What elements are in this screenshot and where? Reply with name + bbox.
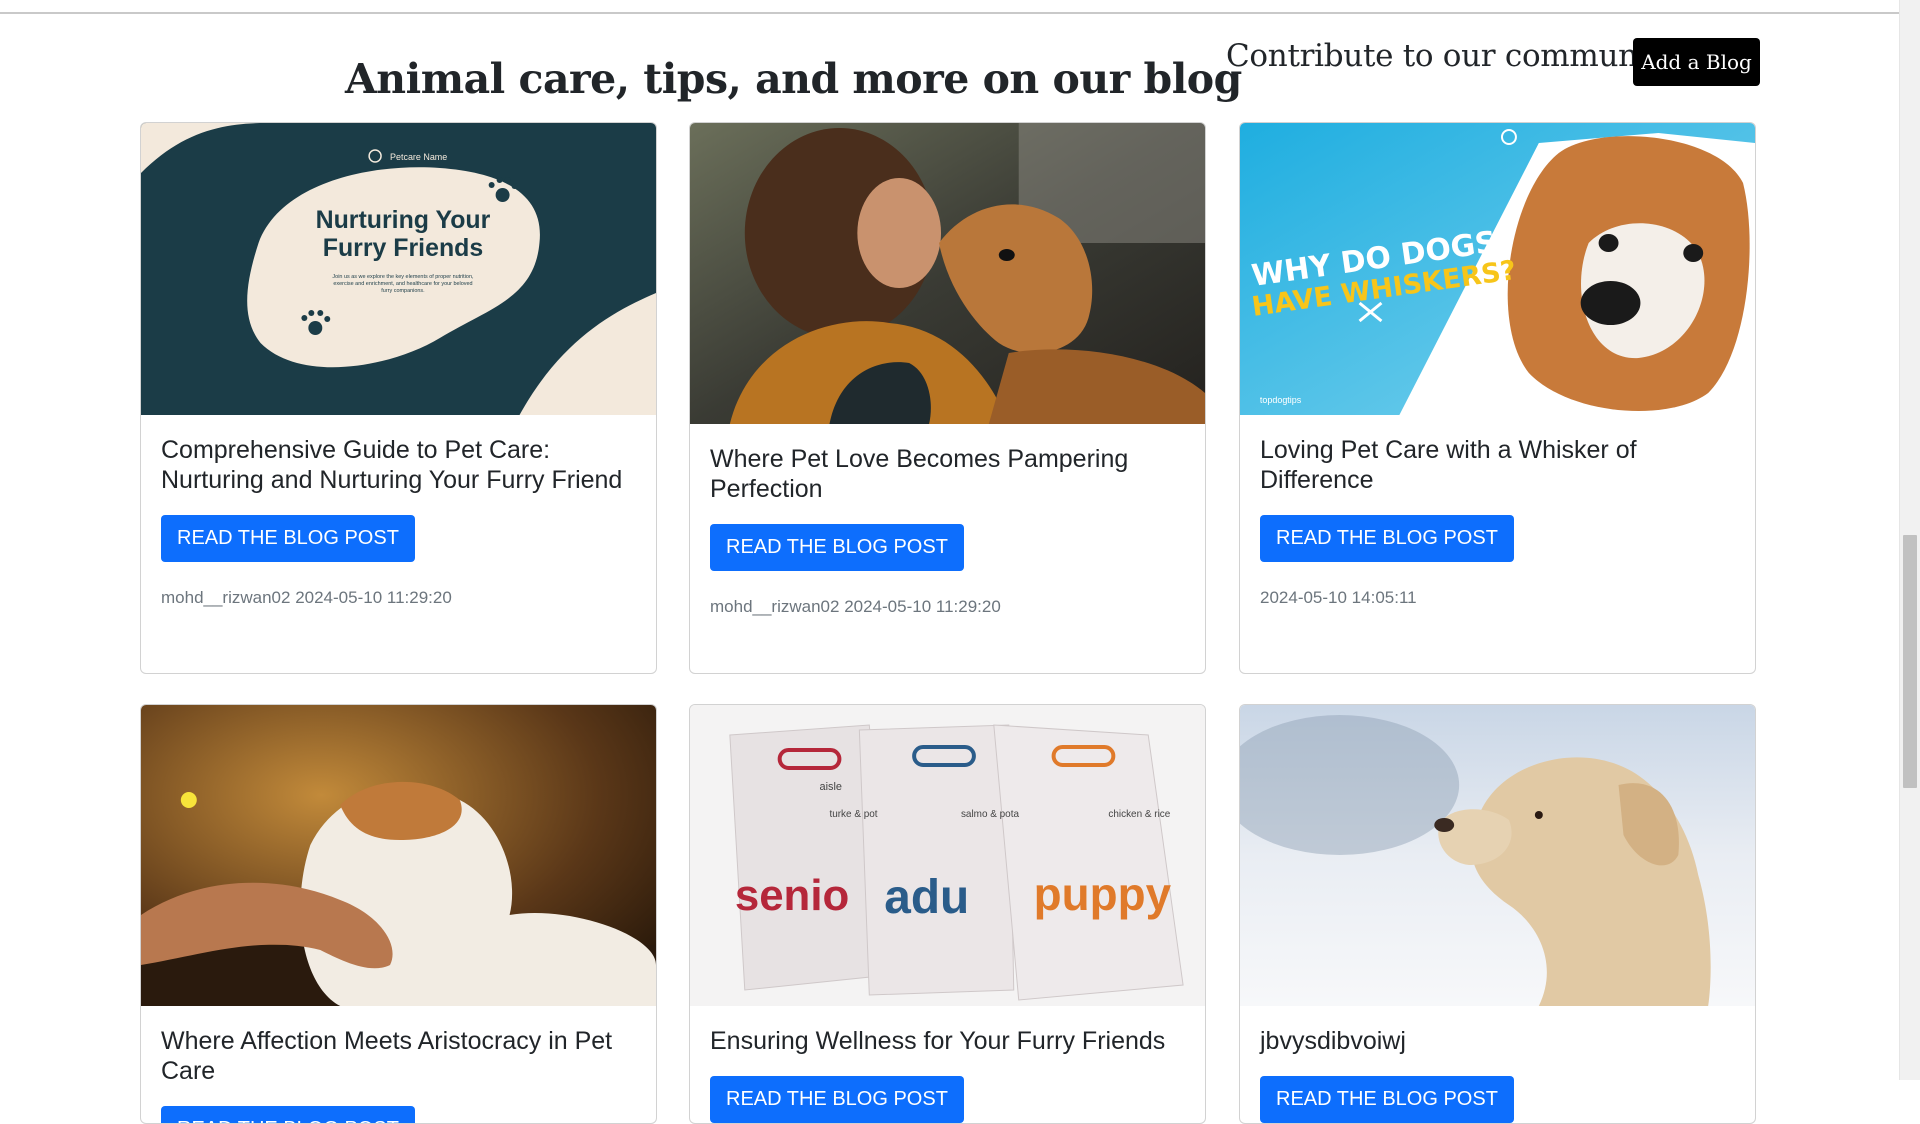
blog-card-title[interactable]: Comprehensive Guide to Pet Care: Nurturi… <box>161 435 636 495</box>
blog-card: jbvysdibvoiwj READ THE BLOG POST <box>1239 704 1756 1124</box>
blog-card-title[interactable]: Loving Pet Care with a Whisker of Differ… <box>1260 435 1735 495</box>
blog-card-title[interactable]: Ensuring Wellness for Your Furry Friends <box>710 1026 1185 1056</box>
page-scrollbar[interactable] <box>1899 0 1920 1080</box>
page-title: Animal care, tips, and more on our blog <box>345 55 1242 104</box>
blog-card: Where Affection Meets Aristocracy in Pet… <box>140 704 657 1124</box>
blog-card: WHY DO DOGS HAVE WHISKERS? topdogtips Lo… <box>1239 122 1756 674</box>
read-blog-post-button[interactable]: READ THE BLOG POST <box>710 524 964 571</box>
read-blog-post-button[interactable]: READ THE BLOG POST <box>161 515 415 562</box>
blog-card-image: aisle turke & pot salmo & pota chicken &… <box>690 705 1205 1006</box>
blog-card-meta: 2024-05-10 14:05:11 <box>1260 588 1417 607</box>
blog-card-meta: mohd__rizwan02 2024-05-10 11:29:20 <box>710 597 1001 616</box>
top-divider <box>0 12 1900 14</box>
read-blog-post-button[interactable]: READ THE BLOG POST <box>161 1106 415 1123</box>
blog-card-image: Petcare Name Nurturing Your Furry Friend… <box>141 123 656 415</box>
bag-3-label: puppy <box>1034 868 1172 920</box>
bag-2-flavor: salmo & pota <box>961 809 1020 820</box>
blog-card-title[interactable]: Where Affection Meets Aristocracy in Pet… <box>161 1026 636 1086</box>
read-blog-post-button[interactable]: READ THE BLOG POST <box>1260 515 1514 562</box>
scrollbar-thumb[interactable] <box>1903 535 1917 788</box>
bag-brand: aisle <box>819 781 842 793</box>
blog-card: Where Pet Love Becomes Pampering Perfect… <box>689 122 1206 674</box>
read-blog-post-button[interactable]: READ THE BLOG POST <box>1260 1076 1514 1123</box>
image-body-3: furry companions. <box>381 288 425 294</box>
contribute-text: Contribute to our community <box>1226 38 1677 74</box>
blog-card-meta: mohd__rizwan02 2024-05-10 11:29:20 <box>161 588 452 607</box>
blog-card: Petcare Name Nurturing Your Furry Friend… <box>140 122 657 674</box>
blog-card-image <box>141 705 656 1006</box>
blog-card-title[interactable]: Where Pet Love Becomes Pampering Perfect… <box>710 444 1185 504</box>
blog-card: aisle turke & pot salmo & pota chicken &… <box>689 704 1206 1124</box>
blog-card-image <box>1240 705 1755 1006</box>
blog-card-title[interactable]: jbvysdibvoiwj <box>1260 1026 1735 1056</box>
image-headline-1: Nurturing Your <box>316 206 491 234</box>
add-blog-button[interactable]: Add a Blog <box>1633 38 1760 86</box>
petcare-brand: Petcare Name <box>390 152 447 162</box>
bag-3-flavor: chicken & rice <box>1108 809 1170 820</box>
image-body-2: exercise and enrichment, and healthcare … <box>333 281 472 287</box>
image-headline-2: Furry Friends <box>323 234 483 262</box>
blog-card-image: WHY DO DOGS HAVE WHISKERS? topdogtips <box>1240 123 1755 415</box>
bag-1-label: senio <box>735 871 849 920</box>
bag-1-flavor: turke & pot <box>829 809 877 820</box>
image-body-1: Join us as we explore the key elements o… <box>332 274 474 280</box>
bag-2-label: adu <box>884 871 969 924</box>
blog-card-image <box>690 123 1205 424</box>
image-watermark: topdogtips <box>1260 395 1302 405</box>
read-blog-post-button[interactable]: READ THE BLOG POST <box>710 1076 964 1123</box>
